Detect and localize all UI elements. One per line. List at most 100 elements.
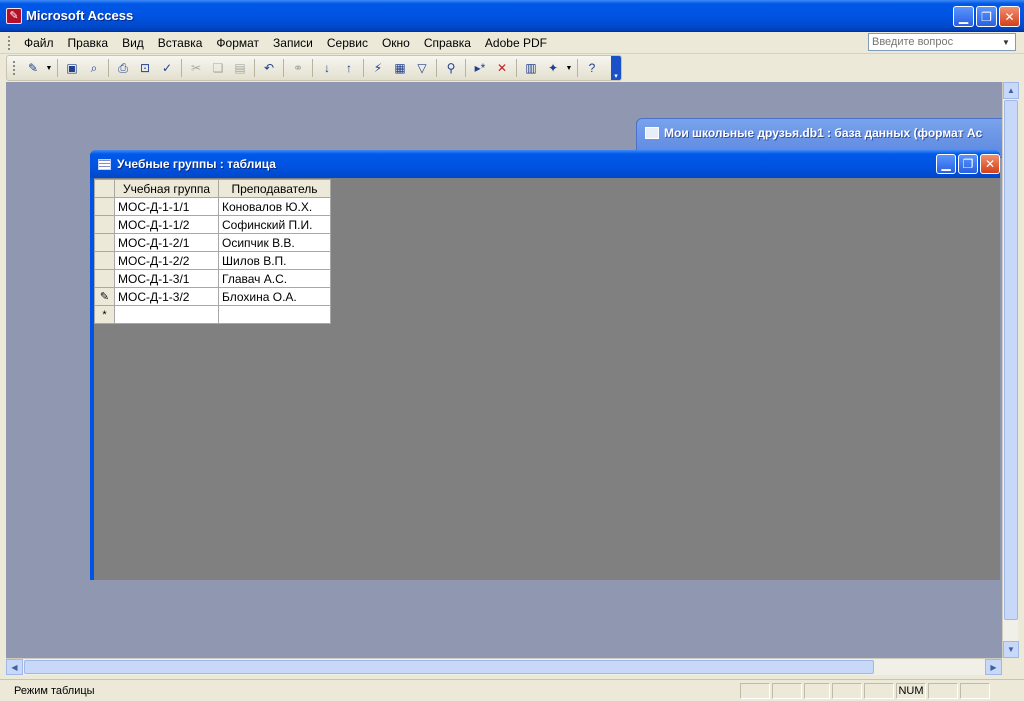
vertical-scroll-thumb[interactable] <box>1004 100 1018 620</box>
menu-records[interactable]: Записи <box>266 33 320 53</box>
menu-file[interactable]: Файл <box>17 33 61 53</box>
database-window-title-text: Мои школьные друзья.db1 : база данных (ф… <box>664 126 983 140</box>
menu-format[interactable]: Формат <box>209 33 266 53</box>
new-record-icon[interactable]: ▸* <box>470 58 490 78</box>
toolbar-separator <box>283 59 284 77</box>
horizontal-scroll-thumb[interactable] <box>24 660 874 674</box>
apply-filter-icon[interactable]: ▽ <box>412 58 432 78</box>
toolbar-separator <box>516 59 517 77</box>
menu-edit[interactable]: Правка <box>61 33 116 53</box>
delete-record-icon[interactable]: ✕ <box>492 58 512 78</box>
search-file-icon[interactable]: ⌕ <box>84 58 104 78</box>
spelling-icon[interactable]: ✓ <box>157 58 177 78</box>
ask-question-input[interactable] <box>869 36 999 48</box>
cell-teacher[interactable]: Коновалов Ю.Х. <box>218 197 331 216</box>
save-icon[interactable]: ▣ <box>62 58 82 78</box>
menu-adobe-pdf[interactable]: Adobe PDF <box>478 33 554 53</box>
table-row: МОС-Д-1-2/2 Шилов В.П. <box>94 251 331 270</box>
find-icon[interactable]: ⚲ <box>441 58 461 78</box>
print-icon[interactable]: ⎙ <box>113 58 133 78</box>
access-app-icon[interactable]: ✎ <box>6 7 22 24</box>
table-window: Учебные группы : таблица ▁ ❐ ✕ Учебная г… <box>90 150 1000 580</box>
status-panel <box>804 682 830 699</box>
pencil-edit-icon[interactable]: ✎ <box>94 287 115 306</box>
paste-icon[interactable]: ▤ <box>230 58 250 78</box>
menu-tools[interactable]: Сервис <box>320 33 375 53</box>
sort-ascending-icon[interactable]: ↓ <box>317 58 337 78</box>
record-selector[interactable] <box>94 269 115 288</box>
cell-teacher[interactable]: Софинский П.И. <box>218 215 331 234</box>
database-window-icon[interactable]: ▥ <box>521 58 541 78</box>
help-icon[interactable]: ? <box>582 58 602 78</box>
copy-icon[interactable]: ❏ <box>208 58 228 78</box>
scroll-up-icon[interactable]: ▲ <box>1003 82 1019 99</box>
database-window-title[interactable]: Мои школьные друзья.db1 : база данных (ф… <box>645 126 982 140</box>
chevron-down-icon[interactable]: ▼ <box>999 38 1013 47</box>
hyperlink-icon[interactable]: ⚭ <box>288 58 308 78</box>
view-design-icon[interactable]: ✎ <box>23 58 43 78</box>
column-header-group[interactable]: Учебная группа <box>114 179 219 198</box>
toolbar-options-button[interactable]: ▾ <box>611 56 621 80</box>
cell-teacher[interactable]: Шилов В.П. <box>218 251 331 270</box>
vertical-scrollbar[interactable]: ▲ ▼ <box>1002 82 1019 658</box>
table-maximize-button[interactable]: ❐ <box>958 154 978 174</box>
cell-group-new[interactable] <box>114 305 219 324</box>
cell-group[interactable]: МОС-Д-1-2/1 <box>114 233 219 252</box>
cell-teacher[interactable]: Главач А.С. <box>218 269 331 288</box>
column-header-teacher[interactable]: Преподаватель <box>218 179 331 198</box>
status-bar: Режим таблицы NUM <box>0 679 1024 701</box>
select-all-cell[interactable] <box>94 179 115 198</box>
record-selector[interactable] <box>94 215 115 234</box>
menu-help[interactable]: Справка <box>417 33 478 53</box>
cell-group[interactable]: МОС-Д-1-1/2 <box>114 215 219 234</box>
cell-group[interactable]: МОС-Д-1-2/2 <box>114 251 219 270</box>
status-panel <box>928 682 958 699</box>
scroll-left-icon[interactable]: ◀ <box>6 659 23 675</box>
toolbar-separator <box>57 59 58 77</box>
cell-teacher-new[interactable] <box>218 305 331 324</box>
table-icon <box>98 158 111 170</box>
new-object-icon[interactable]: ✦ <box>543 58 563 78</box>
filter-by-form-icon[interactable]: ▦ <box>390 58 410 78</box>
menu-bar: Файл Правка Вид Вставка Формат Записи Се… <box>0 32 1024 54</box>
cell-teacher[interactable]: Осипчик В.В. <box>218 233 331 252</box>
print-preview-icon[interactable]: ⊡ <box>135 58 155 78</box>
undo-icon[interactable]: ↶ <box>259 58 279 78</box>
chevron-down-icon[interactable]: ▼ <box>565 58 573 78</box>
filter-by-selection-icon[interactable]: ⚡ <box>368 58 388 78</box>
scroll-right-icon[interactable]: ▶ <box>985 659 1002 675</box>
datasheet-area: Учебная группа Преподаватель МОС-Д-1-1/1… <box>94 178 1000 580</box>
ask-question-box[interactable]: ▼ <box>868 33 1016 51</box>
toolbar-separator <box>181 59 182 77</box>
horizontal-scrollbar[interactable]: ◀ ▶ <box>6 658 1002 675</box>
cut-icon[interactable]: ✂ <box>186 58 206 78</box>
table-close-button[interactable]: ✕ <box>980 154 1000 174</box>
record-selector[interactable] <box>94 197 115 216</box>
minimize-button[interactable]: ▁ <box>953 6 974 27</box>
toolbar-separator <box>363 59 364 77</box>
chevron-down-icon[interactable]: ▼ <box>45 58 53 78</box>
menu-view[interactable]: Вид <box>115 33 151 53</box>
record-selector[interactable] <box>94 251 115 270</box>
toolbar-separator <box>465 59 466 77</box>
record-selector[interactable] <box>94 233 115 252</box>
menu-grip-handle[interactable] <box>8 35 11 50</box>
new-record-row: * <box>94 305 331 324</box>
toolbar-grip-handle[interactable] <box>13 61 16 75</box>
scroll-down-icon[interactable]: ▼ <box>1003 641 1019 658</box>
new-record-asterisk-icon[interactable]: * <box>94 305 115 324</box>
close-button[interactable]: ✕ <box>999 6 1020 27</box>
sort-descending-icon[interactable]: ↑ <box>339 58 359 78</box>
cell-teacher[interactable]: Блохина О.А. <box>218 287 331 306</box>
menu-window[interactable]: Окно <box>375 33 417 53</box>
cell-group[interactable]: МОС-Д-1-1/1 <box>114 197 219 216</box>
scrollbar-corner <box>1002 658 1018 675</box>
table-minimize-button[interactable]: ▁ <box>936 154 956 174</box>
table-row: МОС-Д-1-1/2 Софинский П.И. <box>94 215 331 234</box>
cell-group[interactable]: МОС-Д-1-3/1 <box>114 269 219 288</box>
maximize-button[interactable]: ❐ <box>976 6 997 27</box>
menu-insert[interactable]: Вставка <box>151 33 210 53</box>
app-titlebar[interactable]: ✎ Microsoft Access ▁ ❐ ✕ <box>0 0 1024 32</box>
table-window-titlebar[interactable]: Учебные группы : таблица ▁ ❐ ✕ <box>90 150 1000 178</box>
cell-group[interactable]: МОС-Д-1-3/2 <box>114 287 219 306</box>
